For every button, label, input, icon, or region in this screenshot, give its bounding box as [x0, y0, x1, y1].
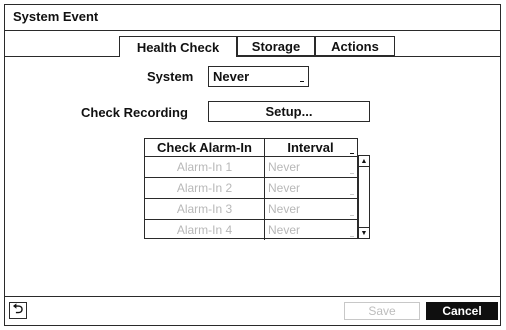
arrow-up-icon[interactable]: ▲ — [359, 156, 369, 167]
table-row: Alarm-In 4 Never — [145, 220, 357, 240]
dropdown-indicator-icon — [350, 215, 354, 216]
table-row: Alarm-In 1 Never — [145, 157, 357, 178]
dialog-title: System Event — [13, 9, 99, 24]
dropdown-indicator-icon — [350, 153, 354, 154]
interval-cell[interactable]: Never — [264, 199, 357, 219]
interval-value: Never — [268, 202, 301, 216]
system-label: System — [147, 69, 194, 84]
interval-cell[interactable]: Never — [264, 220, 357, 240]
interval-cell[interactable]: Never — [264, 178, 357, 198]
system-select[interactable]: Never — [208, 66, 309, 87]
dropdown-indicator-icon — [350, 194, 354, 195]
alarm-in-cell[interactable]: Alarm-In 2 — [145, 178, 265, 198]
dropdown-indicator-icon — [350, 173, 354, 174]
alarm-in-table: Check Alarm-In Interval Alarm-In 1 Never… — [144, 138, 358, 240]
tab-actions[interactable]: Actions — [315, 36, 395, 56]
interval-value: Never — [268, 181, 301, 195]
interval-header[interactable]: Interval — [264, 139, 357, 157]
table-row: Alarm-In 2 Never — [145, 178, 357, 199]
check-alarm-in-header[interactable]: Check Alarm-In — [145, 139, 265, 157]
save-button[interactable]: Save — [344, 302, 420, 320]
back-arrow-icon: ⮌ — [12, 300, 24, 316]
interval-cell[interactable]: Never — [264, 157, 357, 177]
interval-value: Never — [268, 160, 301, 174]
cancel-button[interactable]: Cancel — [426, 302, 498, 320]
alarm-in-cell[interactable]: Alarm-In 3 — [145, 199, 265, 219]
interval-header-label: Interval — [287, 140, 334, 155]
tab-panel-divider — [5, 56, 119, 57]
dropdown-indicator-icon — [350, 236, 354, 237]
alarm-in-cell[interactable]: Alarm-In 1 — [145, 157, 265, 177]
dropdown-indicator-icon — [300, 81, 304, 82]
tab-panel-divider — [237, 56, 500, 57]
interval-value: Never — [268, 223, 301, 237]
table-row: Alarm-In 3 Never — [145, 199, 357, 220]
back-button[interactable]: ⮌ — [9, 300, 27, 319]
footer-divider — [5, 296, 500, 297]
check-recording-label: Check Recording — [81, 105, 188, 120]
tab-storage[interactable]: Storage — [237, 36, 315, 56]
setup-button[interactable]: Setup... — [208, 101, 370, 122]
title-divider — [5, 30, 500, 31]
tab-health-check[interactable]: Health Check — [119, 36, 237, 57]
system-select-value: Never — [213, 69, 250, 84]
table-scrollbar[interactable]: ▲ ▼ — [358, 155, 370, 239]
alarm-in-cell[interactable]: Alarm-In 4 — [145, 220, 265, 240]
arrow-down-icon[interactable]: ▼ — [359, 227, 369, 238]
